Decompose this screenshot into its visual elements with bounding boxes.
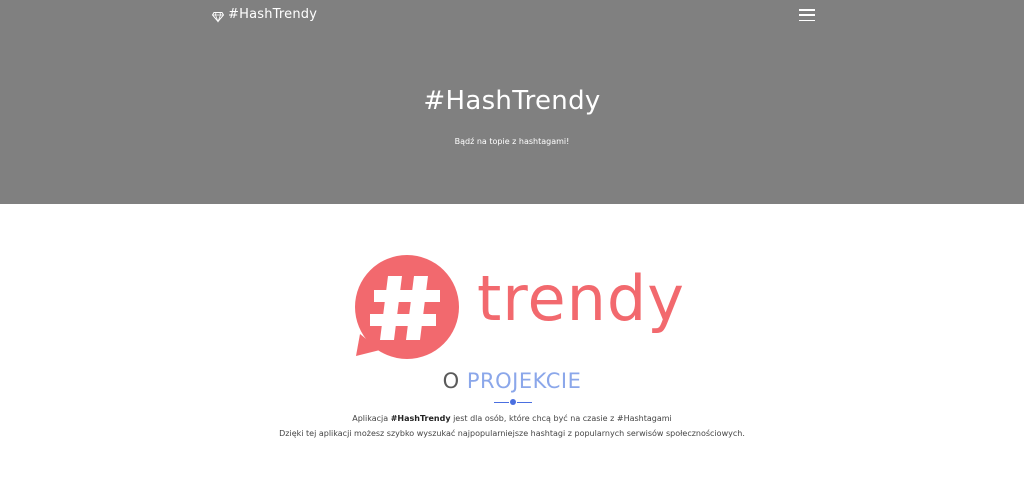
trendy-logo: trendy bbox=[352, 254, 684, 360]
about-line1-prefix: Aplikacja bbox=[352, 414, 389, 423]
hero-header: #HashTrendy #HashTrendy Bądź na topie z … bbox=[0, 0, 1024, 204]
brand-text: #HashTrendy bbox=[228, 6, 318, 22]
section-title-part2: PROJEKCIE bbox=[466, 369, 582, 393]
about-description-line1: Aplikacja #HashTrendy jest dla osób, któ… bbox=[0, 414, 1024, 423]
hero-subtitle: Bądź na topie z hashtagami! bbox=[454, 137, 570, 146]
divider-dot-icon bbox=[510, 399, 516, 405]
about-line1-suffix: jest dla osób, które chcą być na czasie … bbox=[453, 414, 672, 423]
section-title: O PROJEKCIE bbox=[0, 369, 1024, 393]
brand-link[interactable]: #HashTrendy bbox=[211, 5, 318, 23]
logo-wordmark: trendy bbox=[477, 262, 685, 335]
about-line1-bold: #HashTrendy bbox=[390, 414, 451, 423]
about-description-line2: Dzięki tej aplikacji możesz szybko wyszu… bbox=[279, 429, 745, 438]
diamond-icon bbox=[211, 8, 225, 23]
hashtag-bubble-icon bbox=[355, 255, 459, 359]
hamburger-menu-icon[interactable] bbox=[797, 7, 817, 23]
hero-title: #HashTrendy bbox=[423, 86, 601, 116]
section-divider bbox=[494, 398, 532, 408]
section-title-part1: O bbox=[442, 369, 460, 393]
